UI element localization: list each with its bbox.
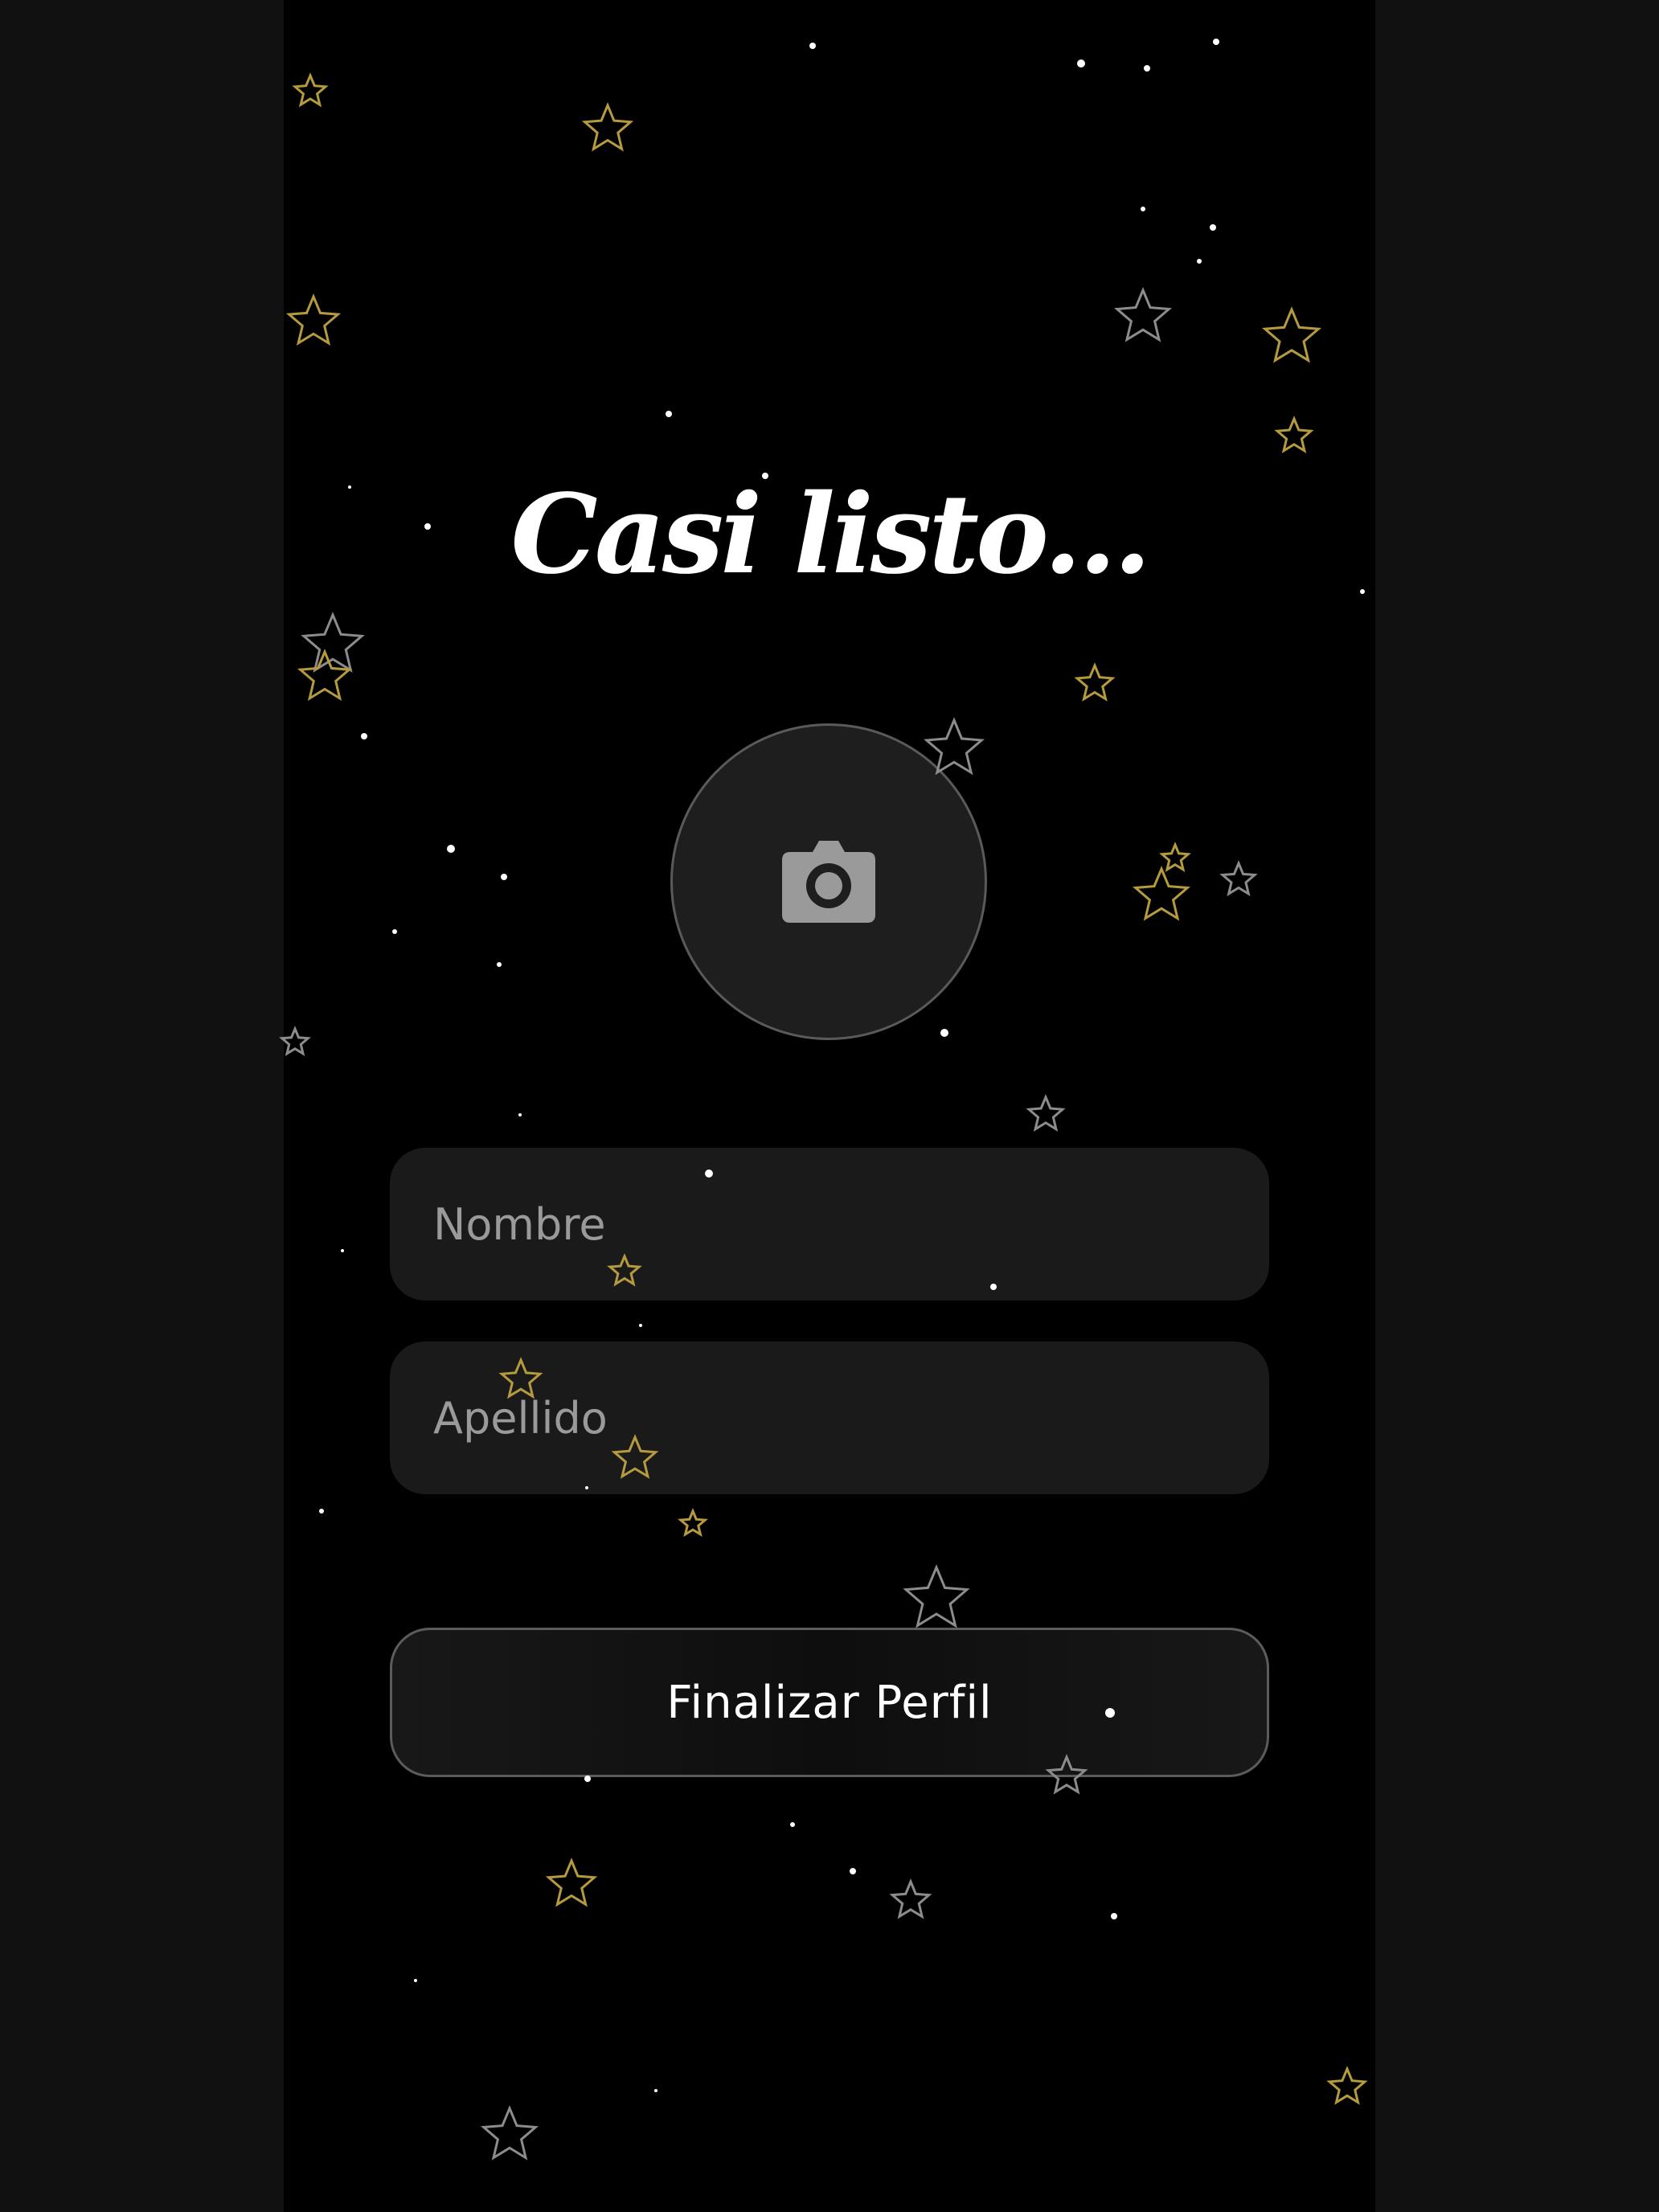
last-name-input[interactable] [390, 1342, 1269, 1494]
page-title: Casi listo... [510, 470, 1151, 599]
camera-icon [782, 841, 875, 923]
finish-profile-label: Finalizar Perfil [666, 1676, 993, 1729]
avatar-photo-button[interactable] [670, 723, 987, 1040]
first-name-input[interactable] [390, 1148, 1269, 1301]
app-screen [284, 0, 1375, 2212]
finish-profile-button[interactable]: Finalizar Perfil [390, 1628, 1269, 1777]
